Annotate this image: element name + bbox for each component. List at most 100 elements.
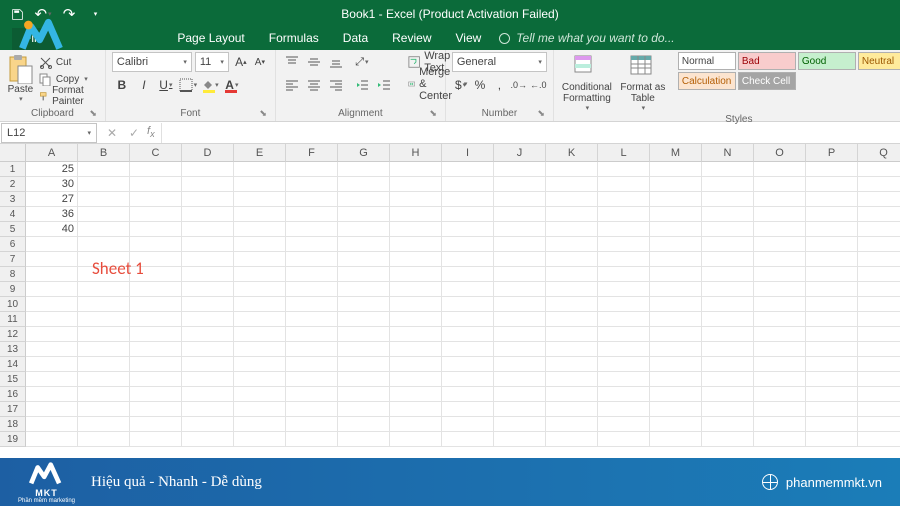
cell[interactable] [858, 402, 900, 417]
bold-button[interactable]: B [112, 75, 132, 95]
cell[interactable] [234, 342, 286, 357]
cell[interactable] [650, 267, 702, 282]
cell[interactable] [494, 192, 546, 207]
cell[interactable] [650, 177, 702, 192]
cell[interactable] [338, 402, 390, 417]
row-header[interactable]: 12 [0, 327, 26, 342]
cell[interactable] [598, 222, 650, 237]
cell[interactable] [78, 192, 130, 207]
cell[interactable] [702, 252, 754, 267]
tab-data[interactable]: Data [331, 28, 380, 50]
cell[interactable] [390, 357, 442, 372]
cell[interactable] [182, 417, 234, 432]
cell[interactable]: 36 [26, 207, 78, 222]
cell[interactable] [702, 342, 754, 357]
cell[interactable] [702, 162, 754, 177]
cell[interactable] [234, 177, 286, 192]
cell[interactable] [702, 282, 754, 297]
cell[interactable] [338, 432, 390, 447]
cell[interactable] [338, 192, 390, 207]
cell[interactable] [806, 237, 858, 252]
cell[interactable] [806, 207, 858, 222]
cell[interactable] [26, 342, 78, 357]
cell[interactable] [546, 417, 598, 432]
cell[interactable] [858, 327, 900, 342]
cell[interactable] [442, 282, 494, 297]
cell[interactable] [78, 297, 130, 312]
decrease-font-button[interactable]: A▾ [251, 52, 269, 72]
cell[interactable] [598, 342, 650, 357]
cell[interactable] [598, 387, 650, 402]
cell[interactable] [338, 312, 390, 327]
number-dialog-launcher[interactable]: ⬊ [537, 108, 545, 119]
cell[interactable] [442, 252, 494, 267]
row-header[interactable]: 13 [0, 342, 26, 357]
column-header[interactable]: A [26, 144, 78, 162]
cell[interactable] [702, 192, 754, 207]
cell[interactable] [338, 222, 390, 237]
cell[interactable] [78, 222, 130, 237]
column-headers[interactable]: ABCDEFGHIJKLMNOPQ [26, 144, 900, 162]
cell[interactable] [546, 177, 598, 192]
decrease-indent-button[interactable] [352, 75, 372, 95]
cell[interactable] [546, 297, 598, 312]
cell[interactable] [650, 192, 702, 207]
column-header[interactable]: N [702, 144, 754, 162]
tab-pagelayout[interactable]: Page Layout [165, 28, 256, 50]
font-name-select[interactable]: Calibri▾ [112, 52, 192, 72]
cell[interactable] [650, 297, 702, 312]
cell[interactable] [26, 372, 78, 387]
row-header[interactable]: 16 [0, 387, 26, 402]
cell[interactable] [858, 417, 900, 432]
cell[interactable] [806, 282, 858, 297]
cell[interactable] [78, 327, 130, 342]
column-header[interactable]: J [494, 144, 546, 162]
cell[interactable] [26, 402, 78, 417]
cell[interactable] [338, 282, 390, 297]
cell[interactable] [806, 312, 858, 327]
cell-area[interactable]: 2530273640 [26, 162, 900, 447]
cell[interactable] [182, 297, 234, 312]
cell[interactable] [806, 192, 858, 207]
cell[interactable] [130, 177, 182, 192]
cell[interactable] [130, 342, 182, 357]
style-normal[interactable]: Normal [678, 52, 736, 70]
cell[interactable] [754, 387, 806, 402]
cell[interactable] [130, 312, 182, 327]
cell[interactable] [754, 267, 806, 282]
cell[interactable]: 30 [26, 177, 78, 192]
cell[interactable] [650, 237, 702, 252]
format-as-table-button[interactable]: Format as Table▾ [616, 52, 670, 112]
cell[interactable] [338, 357, 390, 372]
cell[interactable] [286, 327, 338, 342]
cell[interactable] [234, 372, 286, 387]
cell[interactable] [182, 342, 234, 357]
cell[interactable] [130, 372, 182, 387]
cell[interactable] [390, 432, 442, 447]
cell[interactable] [494, 357, 546, 372]
name-box[interactable]: L12▾ [1, 123, 97, 143]
cell[interactable] [806, 252, 858, 267]
select-all-corner[interactable] [0, 144, 26, 162]
cell[interactable] [182, 222, 234, 237]
row-header[interactable]: 5 [0, 222, 26, 237]
cell[interactable] [702, 297, 754, 312]
decrease-decimal-button[interactable]: ←.0 [530, 75, 547, 95]
percent-button[interactable]: % [471, 75, 488, 95]
cell[interactable] [390, 237, 442, 252]
cell[interactable] [598, 312, 650, 327]
cell[interactable] [130, 327, 182, 342]
row-header[interactable]: 18 [0, 417, 26, 432]
border-button[interactable]: ▾ [178, 75, 198, 95]
row-header[interactable]: 17 [0, 402, 26, 417]
cell[interactable] [130, 207, 182, 222]
column-header[interactable]: Q [858, 144, 900, 162]
cell[interactable] [754, 432, 806, 447]
cell[interactable] [806, 222, 858, 237]
cell[interactable] [858, 267, 900, 282]
cell[interactable] [806, 402, 858, 417]
cell[interactable] [494, 342, 546, 357]
cell[interactable] [442, 327, 494, 342]
cell[interactable] [494, 372, 546, 387]
cell[interactable] [650, 222, 702, 237]
